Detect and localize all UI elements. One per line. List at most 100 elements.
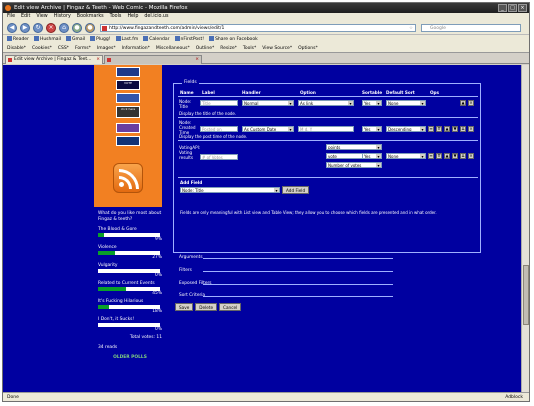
- sort-criteria-fieldset[interactable]: Sort Criteria: [173, 293, 393, 299]
- arguments-fieldset[interactable]: Arguments: [173, 255, 393, 261]
- bookmark-item[interactable]: Last.fm: [115, 35, 138, 44]
- menu-bookmarks[interactable]: Bookmarks: [77, 13, 104, 21]
- devbar-miscellaneous[interactable]: Miscellaneous*: [156, 44, 190, 52]
- move-up-icon[interactable]: ▲: [460, 100, 466, 106]
- older-polls-link[interactable]: OLDER POLLS: [98, 355, 162, 360]
- url-bar[interactable]: http://www.fingazandteeth.com/admin/view…: [100, 24, 416, 32]
- adblock-status[interactable]: Adblock: [505, 393, 523, 401]
- stop-button[interactable]: ×: [46, 23, 56, 33]
- delete-button[interactable]: Delete: [195, 303, 218, 311]
- field-label-input[interactable]: Title: [200, 100, 238, 106]
- delete-icon[interactable]: ×: [468, 126, 474, 132]
- collapsed-label[interactable]: Arguments: [179, 255, 203, 260]
- devbar-forms[interactable]: Forms*: [75, 44, 91, 52]
- devbar-css[interactable]: CSS*: [58, 44, 69, 52]
- move-bottom-icon[interactable]: ⇊: [460, 126, 466, 132]
- addon-button-2[interactable]: ●: [85, 23, 95, 33]
- minimize-button[interactable]: _: [498, 4, 507, 12]
- move-top-icon[interactable]: ⇈: [436, 153, 442, 159]
- field-sortable-select[interactable]: Yes: [362, 153, 382, 159]
- bookmark-item[interactable]: Hushmail: [33, 35, 61, 44]
- bookmark-item[interactable]: Plugg!: [90, 35, 111, 44]
- banner-vote[interactable]: VOTE: [116, 80, 140, 90]
- field-default-sort-select[interactable]: Descending: [386, 126, 426, 132]
- home-button[interactable]: ⌂: [59, 23, 69, 33]
- collapsed-label[interactable]: Filters: [179, 268, 192, 273]
- banner-link[interactable]: [116, 67, 140, 77]
- banner-link[interactable]: [116, 136, 140, 146]
- banner-click-here[interactable]: click here: [116, 106, 140, 118]
- delete-icon[interactable]: ×: [468, 100, 474, 106]
- field-label-input[interactable]: # of Votes: [200, 154, 238, 160]
- devbar-tools[interactable]: Tools*: [243, 44, 256, 52]
- rss-feed-icon[interactable]: [113, 163, 143, 193]
- delete-icon[interactable]: ×: [468, 153, 474, 159]
- field-sortable-select[interactable]: Yes: [362, 126, 382, 132]
- tab-close-icon[interactable]: ×: [96, 56, 100, 64]
- bookmark-item[interactable]: nFirstPost!: [174, 35, 204, 44]
- field-handler-select[interactable]: Normal: [242, 100, 294, 106]
- menu-edit[interactable]: Edit: [21, 13, 30, 21]
- menu-view[interactable]: View: [36, 13, 47, 21]
- poll-bar-fill: [98, 305, 110, 309]
- field-option-select[interactable]: Number of votes: [326, 162, 382, 168]
- exposed-filters-fieldset[interactable]: Exposed Filters: [173, 281, 393, 287]
- tab-active[interactable]: Edit view Archive | Fingaz & Teet... ×: [5, 55, 103, 64]
- vertical-scrollbar[interactable]: [521, 65, 529, 392]
- field-default-sort-select[interactable]: None: [386, 100, 426, 106]
- bookmark-item[interactable]: Gmail: [66, 35, 85, 44]
- bookmark-item[interactable]: Calendar: [143, 35, 170, 44]
- tab-inactive[interactable]: ×: [104, 55, 202, 64]
- move-bottom-icon[interactable]: ⇊: [460, 153, 466, 159]
- field-sortable-select[interactable]: Yes: [362, 100, 382, 106]
- field-option-select[interactable]: points: [326, 144, 382, 150]
- banner-link[interactable]: [116, 93, 140, 103]
- bookmark-item[interactable]: Share on Facebook: [209, 35, 258, 44]
- filters-fieldset[interactable]: Filters: [173, 268, 393, 274]
- devbar-outline[interactable]: Outline*: [196, 44, 215, 52]
- scrollbar-thumb[interactable]: [523, 265, 529, 325]
- field-option-input[interactable]: M d, Y: [298, 126, 354, 132]
- reload-button[interactable]: ↻: [33, 23, 43, 33]
- menu-history[interactable]: History: [54, 13, 71, 21]
- forward-button[interactable]: ▶: [20, 23, 30, 33]
- devbar-images[interactable]: Images*: [97, 44, 116, 52]
- menu-tools[interactable]: Tools: [110, 13, 122, 21]
- cancel-button[interactable]: Cancel: [219, 303, 242, 311]
- field-default-sort-select[interactable]: None: [386, 153, 426, 159]
- banner-link[interactable]: [116, 123, 140, 133]
- field-name: Node: Title: [179, 99, 192, 109]
- collapsed-label[interactable]: Sort Criteria: [179, 293, 205, 298]
- add-field-select[interactable]: Node: Title: [180, 187, 280, 193]
- move-up-icon[interactable]: ▲: [444, 126, 450, 132]
- field-label-input[interactable]: Posted on: [200, 126, 238, 132]
- devbar-view-source[interactable]: View Source*: [262, 44, 292, 52]
- settings-icon[interactable]: ≡: [428, 153, 434, 159]
- add-field-button[interactable]: Add Field: [282, 186, 310, 194]
- settings-icon[interactable]: ≡: [428, 126, 434, 132]
- devbar-options[interactable]: Options*: [298, 44, 318, 52]
- devbar-resize[interactable]: Resize*: [220, 44, 237, 52]
- menu-file[interactable]: File: [7, 13, 15, 21]
- addon-button[interactable]: ●: [72, 23, 82, 33]
- tab-close-icon[interactable]: ×: [195, 56, 199, 64]
- bookmark-item[interactable]: Reader: [7, 35, 29, 44]
- fields-legend[interactable]: Fields: [182, 80, 199, 85]
- move-down-icon[interactable]: ▼: [452, 153, 458, 159]
- menu-delicious[interactable]: del.icio.us: [144, 13, 168, 21]
- devbar-cookies[interactable]: Cookies*: [32, 44, 52, 52]
- close-button[interactable]: ×: [518, 4, 527, 12]
- back-button[interactable]: ◀: [7, 23, 17, 33]
- search-input[interactable]: Google: [421, 24, 521, 32]
- move-top-icon[interactable]: ⇈: [436, 126, 442, 132]
- menu-help[interactable]: Help: [127, 13, 138, 21]
- save-button[interactable]: Save: [175, 303, 194, 311]
- field-handler-select[interactable]: As Custom Date: [242, 126, 294, 132]
- maximize-button[interactable]: □: [508, 4, 517, 12]
- move-down-icon[interactable]: ▼: [452, 126, 458, 132]
- devbar-information[interactable]: Information*: [122, 44, 150, 52]
- bookmark-star-icon[interactable]: ☆: [409, 25, 413, 32]
- move-up-icon[interactable]: ▲: [444, 153, 450, 159]
- devbar-disable[interactable]: Disable*: [7, 44, 26, 52]
- field-option-select[interactable]: As link: [298, 100, 354, 106]
